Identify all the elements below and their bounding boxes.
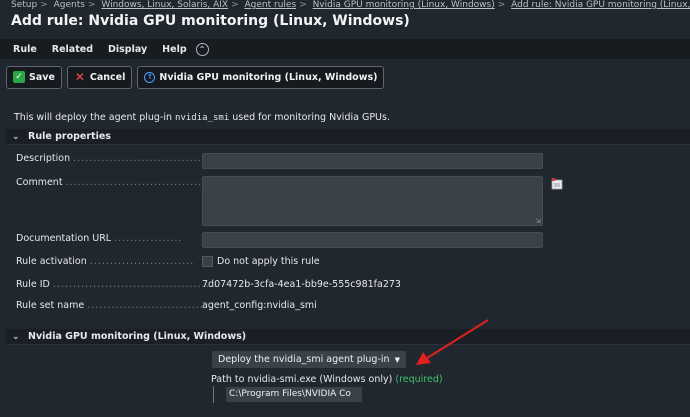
ruleset-name-value: agent_config:nvidia_smi bbox=[202, 300, 317, 311]
nvidia-smi-path-input[interactable]: C:\Program Files\NVIDIA Co bbox=[226, 387, 362, 402]
cancel-button-label: Cancel bbox=[89, 71, 126, 83]
menu-display[interactable]: Display bbox=[108, 44, 147, 55]
plugin-info-icon: ↑ bbox=[144, 71, 156, 83]
plugin-ruleset-label: Nvidia GPU monitoring (Linux, Windows) bbox=[159, 71, 378, 83]
nvidia-section: ⌄ Nvidia GPU monitoring (Linux, Windows) bbox=[6, 329, 690, 345]
save-check-icon: ✓ bbox=[13, 71, 25, 83]
cancel-button[interactable]: ✕ Cancel bbox=[66, 65, 133, 89]
rule-id-label: Rule ID ................................… bbox=[16, 279, 218, 290]
breadcrumb-setup[interactable]: Setup bbox=[11, 0, 37, 10]
toolbar: ✓ Save ✕ Cancel ↑ Nvidia GPU monitoring … bbox=[0, 64, 690, 90]
rule-id-value: 7d07472b-3cfa-4ea1-bb9e-555c981fa273 bbox=[202, 279, 401, 290]
rule-activation-control[interactable]: Do not apply this rule bbox=[202, 256, 320, 267]
breadcrumb-agents[interactable]: Agents bbox=[54, 0, 85, 10]
menu-rule[interactable]: Rule bbox=[13, 44, 37, 55]
do-not-apply-checkbox[interactable] bbox=[202, 256, 213, 267]
comment-textarea[interactable]: ⇲ bbox=[202, 176, 543, 226]
cancel-x-icon: ✕ bbox=[74, 70, 85, 84]
page-title: Add rule: Nvidia GPU monitoring (Linux, … bbox=[11, 13, 410, 29]
rule-activation-label: Rule activation ........................… bbox=[16, 256, 195, 267]
required-label: (required) bbox=[395, 374, 443, 385]
description-input[interactable] bbox=[202, 153, 543, 169]
breadcrumb-add-rule[interactable]: Add rule: Nvidia GPU monitoring (Linux, … bbox=[511, 0, 690, 10]
menu-help[interactable]: Help bbox=[162, 44, 186, 55]
do-not-apply-label: Do not apply this rule bbox=[217, 256, 320, 267]
breadcrumb-windows-linux[interactable]: Windows, Linux, Solaris, AIX bbox=[101, 0, 228, 10]
breadcrumb: Setup > Agents > Windows, Linux, Solaris, … bbox=[0, 0, 690, 12]
save-button-label: Save bbox=[29, 71, 55, 83]
breadcrumb-agent-rules[interactable]: Agent rules bbox=[245, 0, 297, 10]
comment-insert-icon[interactable] bbox=[551, 177, 564, 190]
chevron-down-icon: ⌄ bbox=[12, 331, 20, 342]
chevron-down-icon: ⌄ bbox=[12, 131, 20, 142]
plugin-ruleset-button[interactable]: ↑ Nvidia GPU monitoring (Linux, Windows) bbox=[137, 65, 385, 89]
deploy-select[interactable]: Deploy the nvidia_smi agent plug-in ▼ bbox=[212, 351, 406, 368]
resize-handle-icon[interactable]: ⇲ bbox=[535, 217, 541, 225]
documentation-url-label: Documentation URL ................. bbox=[16, 233, 183, 244]
menu-bar: Rule Related Display Help ⌃ bbox=[0, 39, 690, 59]
ruleset-name-label: Rule set name ..........................… bbox=[16, 300, 204, 311]
collapse-icon[interactable]: ⌃ bbox=[195, 42, 209, 56]
intro-text: This will deploy the agent plug-in nvidi… bbox=[14, 112, 390, 123]
menu-related[interactable]: Related bbox=[52, 44, 93, 55]
annotation-arrow-icon bbox=[416, 319, 489, 365]
dropdown-arrow-icon: ▼ bbox=[394, 355, 400, 364]
plugin-code: nvidia_smi bbox=[175, 113, 230, 123]
nvidia-section-header[interactable]: ⌄ Nvidia GPU monitoring (Linux, Windows) bbox=[6, 329, 690, 345]
rule-properties-section: ⌄ Rule properties bbox=[6, 129, 690, 145]
rule-properties-header[interactable]: ⌄ Rule properties bbox=[6, 129, 690, 145]
breadcrumb-nvidia-rule[interactable]: Nvidia GPU monitoring (Linux, Windows) bbox=[313, 0, 495, 10]
nvidia-smi-path-label: Path to nvidia-smi.exe (Windows only) (r… bbox=[211, 374, 443, 385]
save-button[interactable]: ✓ Save bbox=[6, 65, 62, 89]
documentation-url-input[interactable] bbox=[202, 232, 543, 248]
